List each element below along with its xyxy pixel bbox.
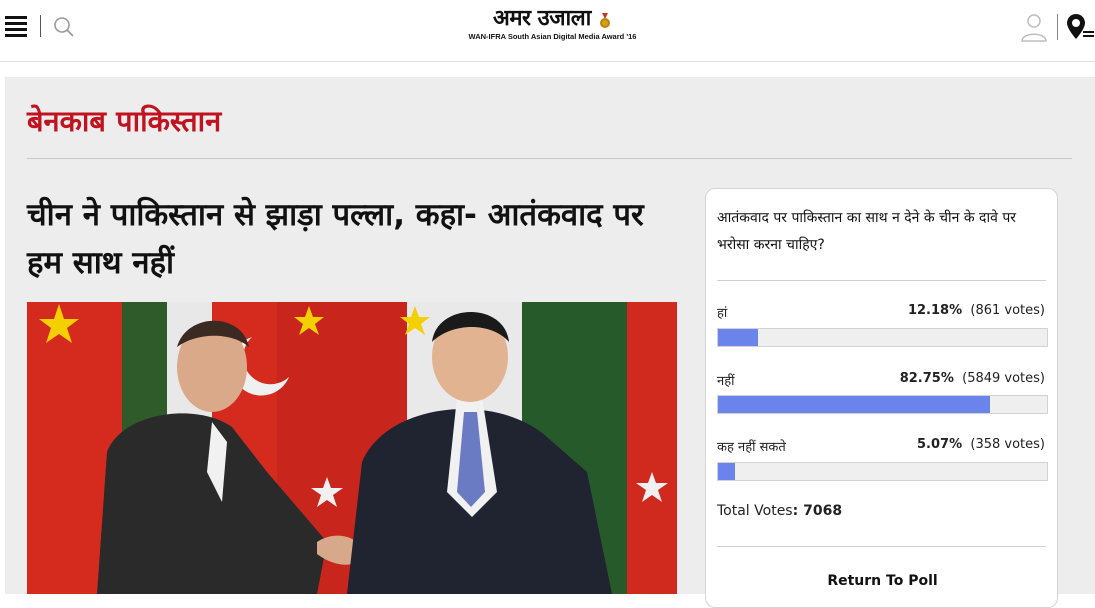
logo-wordmark: अमर उजाला (493, 5, 591, 31)
header-divider (40, 15, 41, 37)
poll-option-bar (717, 462, 1048, 481)
poll-option-bar (717, 395, 1048, 414)
header-divider (1057, 14, 1058, 40)
top-header: अमर उजाला WAN-IFRA South Asian Digital M… (0, 0, 1095, 62)
return-to-poll-button[interactable]: Return To Poll (706, 573, 1059, 589)
poll-option-label: हां (717, 306, 728, 321)
poll-option-bar-fill (718, 329, 759, 346)
poll-option-votes: (358 votes) (970, 437, 1045, 452)
poll-option-votes: (5849 votes) (962, 371, 1045, 386)
poll-option-label: नहीं (717, 374, 735, 389)
poll-option-bar (717, 328, 1048, 347)
poll-total-value: 7068 (803, 503, 843, 519)
user-icon[interactable] (1020, 12, 1048, 42)
poll-option-percent: 12.18% (907, 303, 963, 318)
site-logo[interactable]: अमर उजाला WAN-IFRA South Asian Digital M… (455, 4, 650, 44)
poll-divider (717, 546, 1046, 547)
article-photo[interactable] (27, 302, 677, 594)
poll-total: Total Votes: 7068 (717, 503, 843, 519)
poll-option-votes: (861 votes) (970, 303, 1045, 318)
poll-option-percent: 82.75% (899, 371, 954, 386)
section-title[interactable]: बेनकाब पाकिस्तान (27, 101, 221, 141)
poll-option-stat: 12.18% (861 votes) (908, 303, 1045, 318)
poll-question: आतंकवाद पर पाकिस्तान का साथ न देने के ची… (717, 210, 1016, 253)
poll-option-percent: 5.07% (917, 437, 963, 452)
poll-option-bar-fill (718, 463, 735, 480)
section-divider (27, 158, 1072, 159)
search-icon[interactable] (52, 15, 76, 39)
medal-icon (598, 12, 612, 29)
poll-option-bar-fill (718, 396, 991, 413)
poll-option-stat: 5.07% (358 votes) (917, 437, 1045, 452)
article-headline: चीन ने पाकिस्तान से झाड़ा पल्ला, कहा- आत… (27, 197, 644, 281)
poll-card: आतंकवाद पर पाकिस्तान का साथ न देने के ची… (705, 188, 1058, 608)
menu-icon[interactable] (5, 16, 27, 37)
logo-tagline: WAN-IFRA South Asian Digital Media Award… (468, 32, 637, 41)
location-icon[interactable] (1066, 12, 1094, 42)
content-panel: बेनकाब पाकिस्तान चीन ने पाकिस्तान से झाड… (5, 77, 1095, 608)
poll-option-label: कह नहीं सकते (717, 440, 786, 455)
poll-total-label: Total Votes (717, 503, 793, 519)
poll-option-stat: 82.75% (5849 votes) (900, 371, 1045, 386)
poll-divider (717, 280, 1046, 281)
